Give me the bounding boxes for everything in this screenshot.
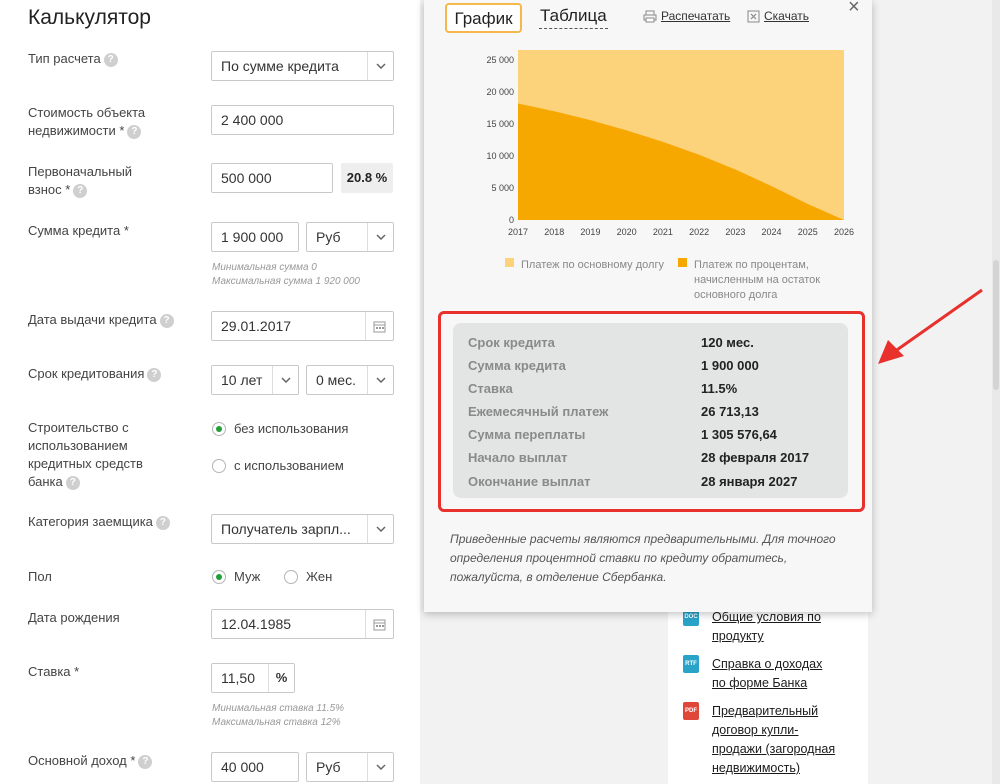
summary-highlight-frame: Срок кредита 120 мес. Сумма кредита 1 900 … [438,311,865,512]
chevron-down-icon [367,366,393,394]
term-years-select[interactable]: 10 лет [211,365,299,395]
document-link[interactable]: PDF Предварительный договор купли-продажи… [683,702,836,778]
loan-currency-select[interactable]: Руб [306,222,394,252]
chevron-down-icon [367,515,393,543]
documents-list: DOC Общие условия по продукту RTF Справка … [668,604,868,784]
radio-selected-icon [212,570,226,584]
annotation-arrow-icon [878,288,983,364]
tab-table[interactable]: Таблица [539,3,608,29]
x-tick-label: 2018 [544,227,564,237]
help-icon[interactable]: ? [65,475,80,490]
calendar-icon[interactable] [365,312,393,340]
percent-suffix: % [268,664,294,692]
down-payment-percent: 20.8 % [341,163,393,193]
rate-input[interactable]: 11,50% [211,663,295,693]
printer-icon [643,10,657,22]
issue-date-input[interactable]: 29.01.2017 [211,311,394,341]
y-tick-label: 15 000 [486,119,514,129]
y-tick-label: 20 000 [486,87,514,97]
radio-without-construction[interactable]: без использования [212,421,348,437]
legend-swatch [678,258,687,267]
y-tick-label: 10 000 [486,151,514,161]
document-link[interactable]: DOC Общие условия по продукту [683,608,836,646]
excel-icon [747,10,760,22]
radio-selected-icon [212,422,226,436]
x-tick-label: 2019 [580,227,600,237]
download-link[interactable]: Скачать [747,9,809,23]
rate-max-hint: Максимальная ставка 12% [212,717,341,728]
radio-icon [212,459,226,473]
help-icon[interactable]: ? [103,52,118,67]
calc-type-select[interactable]: По сумме кредита [211,51,394,81]
property-cost-label: Стоимость объекта недвижимости *? [28,105,146,139]
y-tick-label: 25 000 [486,55,514,65]
gender-label: Пол [28,569,52,584]
x-tick-label: 2021 [653,227,673,237]
income-label: Основной доход *? [28,752,178,770]
issue-date-label: Дата выдачи кредита? [28,311,198,329]
loan-amount-label: Сумма кредита * [28,223,129,238]
construction-label: Строительство с использованием кредитных… [28,420,143,490]
down-payment-label: Первоначальный взнос *? [28,164,133,198]
payment-chart: 25 000 20 000 15 000 10 000 5 000 0 2017 2018 20… [486,50,854,237]
calc-type-label: Тип расчета? [28,50,178,68]
y-tick-label: 5 000 [491,183,514,193]
chevron-down-icon [272,366,298,394]
rate-label: Ставка * [28,664,80,679]
chevron-down-icon [367,52,393,80]
legend-principal: Платеж по основному долгу [505,258,664,273]
property-cost-input[interactable]: 2 400 000 [211,105,394,135]
category-select[interactable]: Получатель зарпл... [211,514,394,544]
category-label: Категория заемщика? [28,513,198,531]
birth-date-label: Дата рождения [28,610,120,625]
y-tick-label: 0 [509,215,514,225]
tab-chart[interactable]: График [445,3,522,33]
chevron-down-icon [367,753,393,781]
rate-min-hint: Минимальная ставка 11.5% [212,703,345,714]
loan-max-hint: Максимальная сумма 1 920 000 [212,276,360,287]
x-tick-label: 2023 [725,227,745,237]
document-link[interactable]: RTF Справка о доходах по форме Банка [683,655,836,693]
x-tick-label: 2020 [617,227,637,237]
down-payment-input[interactable]: 500 000 [211,163,333,193]
radio-male[interactable]: Муж [212,569,260,585]
chevron-down-icon [367,223,393,251]
summary-box: Срок кредита 120 мес. Сумма кредита 1 900 … [453,323,848,498]
birth-date-input[interactable]: 12.04.1985 [211,609,394,639]
close-icon[interactable]: × [848,0,860,19]
help-icon[interactable]: ? [159,313,174,328]
x-tick-label: 2017 [508,227,528,237]
help-icon[interactable]: ? [138,754,153,769]
rtf-file-icon: RTF [683,655,699,673]
calendar-icon[interactable] [365,610,393,638]
radio-with-construction[interactable]: с использованием [212,458,344,474]
pdf-file-icon: PDF [683,702,699,720]
income-input[interactable]: 40 000 [211,752,299,782]
results-modal: График Таблица Распечатать Скачать × 25 … [424,0,872,612]
radio-icon [284,570,298,584]
print-link[interactable]: Распечатать [643,9,730,23]
help-icon[interactable]: ? [155,515,170,530]
legend-swatch [505,258,514,267]
term-months-select[interactable]: 0 мес. [306,365,394,395]
calculator-panel: Калькулятор Тип расчета? По сумме кредит… [0,0,420,784]
help-icon[interactable]: ? [147,367,162,382]
income-currency-select[interactable]: Руб [306,752,394,782]
calculator-title: Калькулятор [28,6,151,29]
help-icon[interactable]: ? [73,183,88,198]
page-scrollbar[interactable] [992,0,1000,784]
x-tick-label: 2022 [689,227,709,237]
loan-amount-input[interactable]: 1 900 000 [211,222,299,252]
legend-interest: Платеж по процентам, начисленным на оста… [678,258,828,303]
help-icon[interactable]: ? [127,124,142,139]
radio-female[interactable]: Жен [284,569,332,585]
x-tick-label: 2025 [798,227,818,237]
term-label: Срок кредитования? [28,365,198,383]
loan-min-hint: Минимальная сумма 0 [212,262,317,273]
x-tick-label: 2024 [762,227,782,237]
scrollbar-thumb[interactable] [993,260,999,390]
x-tick-label: 2026 [834,227,854,237]
disclaimer-note: Приведенные расчеты являются предварител… [450,532,836,584]
